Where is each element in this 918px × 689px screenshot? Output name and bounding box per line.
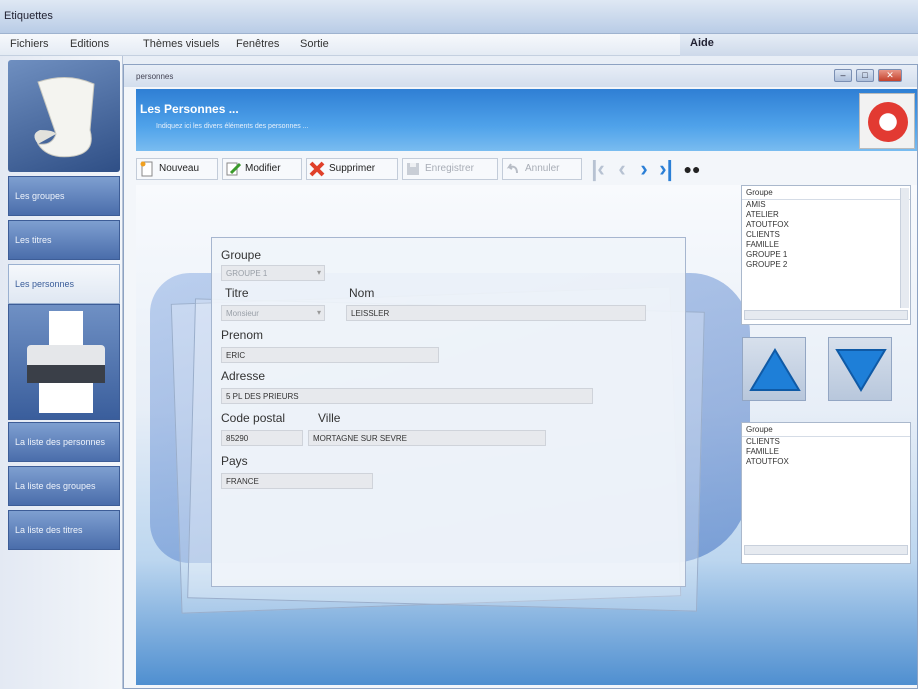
app-title: Etiquettes (4, 10, 53, 22)
assigned-groups-list[interactable]: Groupe CLIENTS FAMILLE ATOUTFOX (741, 422, 911, 564)
list-item[interactable]: FAMILLE (742, 447, 910, 457)
menu-aide[interactable]: Aide (690, 37, 714, 49)
prenom-label: Prenom (221, 328, 264, 342)
list-item[interactable]: FAMILLE (742, 240, 910, 250)
first-record-icon[interactable]: |‹ (588, 157, 608, 181)
sidebar-item-liste-groupes[interactable]: La liste des groupes (8, 466, 120, 506)
sidebar: Les groupes Les titres Les personnes La … (0, 56, 123, 689)
content-area: Groupe GROUPE 1 ▾ Titre Monsieur ▾ Nom L… (136, 185, 917, 685)
list-item[interactable]: GROUPE 2 (742, 260, 910, 270)
new-document-icon (140, 161, 153, 177)
chevron-down-icon: ▾ (316, 308, 321, 317)
record-toolbar: Nouveau Modifier Supprimer Enregistrer A… (136, 155, 736, 183)
enregistrer-button[interactable]: Enregistrer (402, 158, 498, 180)
previous-record-icon[interactable]: ‹ (612, 157, 632, 181)
arrow-up-icon (749, 348, 801, 391)
remove-group-button[interactable] (828, 337, 892, 401)
adresse-field[interactable]: 5 PL DES PRIEURS (221, 388, 593, 404)
maximize-icon[interactable]: □ (856, 69, 874, 82)
chevron-down-icon: ▾ (316, 268, 321, 277)
titre-select[interactable]: Monsieur ▾ (221, 305, 325, 321)
sidebar-item-liste-titres[interactable]: La liste des titres (8, 510, 120, 550)
window-titlebar: personnes – □ ✕ (124, 65, 917, 87)
list-item[interactable]: CLIENTS (742, 437, 910, 447)
supprimer-label: Supprimer (329, 163, 376, 174)
next-record-icon[interactable]: › (634, 157, 654, 181)
supprimer-button[interactable]: Supprimer (306, 158, 398, 180)
adresse-label: Adresse (221, 369, 266, 383)
minimize-icon[interactable]: – (834, 69, 852, 82)
titre-select-value: Monsieur (226, 309, 259, 318)
nouveau-button[interactable]: Nouveau (136, 158, 218, 180)
pays-field[interactable]: FRANCE (221, 473, 373, 489)
last-record-icon[interactable]: ›| (656, 157, 676, 181)
menu-fichiers[interactable]: Fichiers (10, 38, 49, 50)
prenom-field[interactable]: ERIC (221, 347, 439, 363)
personnes-window: personnes – □ ✕ Les Personnes ... Indiqu… (123, 64, 918, 689)
printer-icon[interactable] (8, 304, 120, 420)
modifier-button[interactable]: Modifier (222, 158, 302, 180)
menu-fenetres[interactable]: Fenêtres (236, 38, 279, 50)
help-menu-area: Aide (680, 34, 918, 56)
ville-label: Ville (318, 411, 341, 425)
assigned-list-header: Groupe (742, 423, 910, 437)
groups-list-header: Groupe (742, 186, 910, 200)
modifier-label: Modifier (245, 163, 281, 174)
groupe-select[interactable]: GROUPE 1 ▾ (221, 265, 325, 281)
search-binoculars-icon[interactable]: ●● (682, 157, 702, 181)
sidebar-item-liste-personnes[interactable]: La liste des personnes (8, 422, 120, 462)
delete-x-icon (309, 161, 325, 177)
list-item[interactable]: CLIENTS (742, 230, 910, 240)
list-item[interactable]: ATELIER (742, 210, 910, 220)
horizontal-scrollbar[interactable] (744, 310, 908, 320)
personne-form: Groupe GROUPE 1 ▾ Titre Monsieur ▾ Nom L… (211, 237, 686, 587)
help-lifebuoy-icon[interactable] (859, 93, 915, 149)
available-groups-list[interactable]: Groupe AMIS ATELIER ATOUTFOX CLIENTS FAM… (741, 185, 911, 325)
sidebar-item-titres[interactable]: Les titres (8, 220, 120, 260)
menu-themes-visuels[interactable]: Thèmes visuels (143, 38, 219, 50)
header-banner: Les Personnes ... Indiquez ici les diver… (136, 89, 917, 151)
annuler-button[interactable]: Annuler (502, 158, 582, 180)
titre-label: Titre (225, 286, 249, 300)
ville-field[interactable]: MORTAGNE SUR SEVRE (308, 430, 546, 446)
nouveau-label: Nouveau (159, 163, 200, 174)
sidebar-item-groupes[interactable]: Les groupes (8, 176, 120, 216)
list-item[interactable]: ATOUTFOX (742, 220, 910, 230)
code-postal-label: Code postal (221, 411, 286, 425)
list-item[interactable]: ATOUTFOX (742, 457, 910, 467)
enregistrer-label: Enregistrer (425, 163, 474, 174)
code-postal-field[interactable]: 85290 (221, 430, 303, 446)
annuler-label: Annuler (525, 163, 560, 174)
banner-title: Les Personnes ... (140, 102, 239, 116)
menu-editions[interactable]: Editions (70, 38, 109, 50)
list-item[interactable]: GROUPE 1 (742, 250, 910, 260)
save-disk-icon (407, 163, 419, 175)
add-group-button[interactable] (742, 337, 806, 401)
pays-label: Pays (221, 454, 248, 468)
list-item[interactable]: AMIS (742, 200, 910, 210)
horizontal-scrollbar[interactable] (744, 545, 908, 555)
nom-label: Nom (349, 286, 375, 300)
close-icon[interactable]: ✕ (878, 69, 902, 82)
menu-sortie[interactable]: Sortie (300, 38, 329, 50)
vertical-scrollbar[interactable] (900, 188, 909, 308)
scroll-logo-icon (8, 60, 120, 172)
groupe-select-value: GROUPE 1 (226, 269, 268, 278)
sidebar-item-personnes[interactable]: Les personnes (8, 264, 120, 304)
arrow-down-icon (835, 349, 887, 392)
app-titlebar: Etiquettes (0, 0, 918, 34)
edit-icon (226, 162, 241, 176)
banner-subtitle: Indiquez ici les divers éléments des per… (156, 123, 309, 130)
groupe-label: Groupe (221, 248, 262, 262)
undo-icon (506, 163, 518, 174)
window-title: personnes (136, 72, 174, 81)
nom-field[interactable]: LEISSLER (346, 305, 646, 321)
